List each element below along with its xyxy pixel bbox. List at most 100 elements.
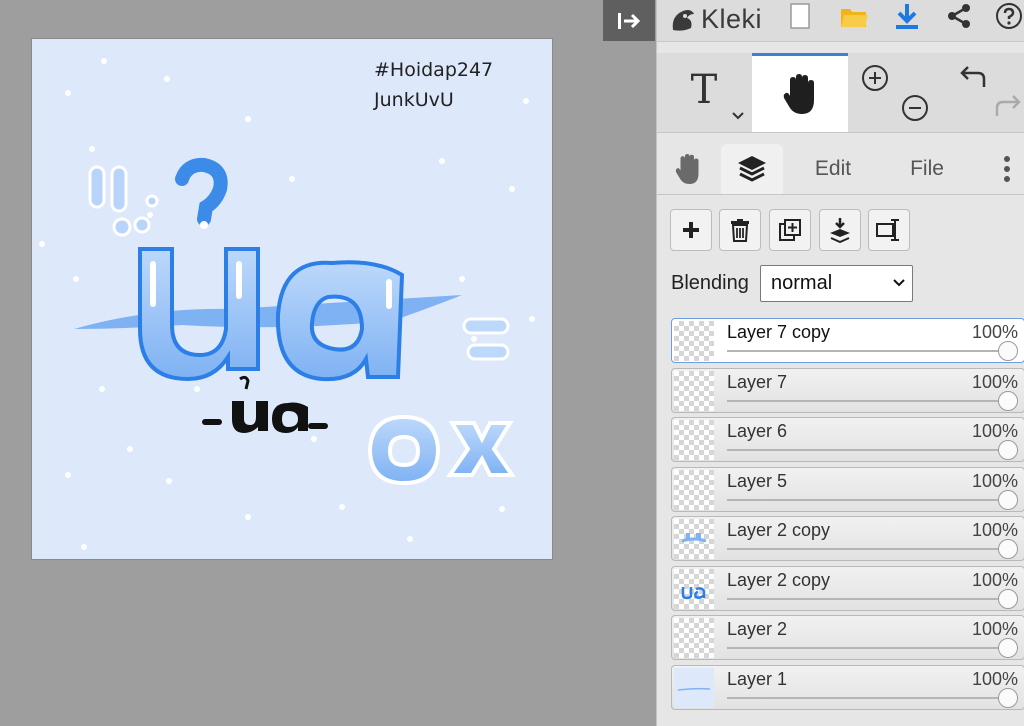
add-layer-button[interactable] <box>670 209 712 251</box>
layer-opacity: 100% <box>971 520 1018 540</box>
layer-thumbnail <box>674 371 714 411</box>
collapse-panel-button[interactable] <box>603 0 655 41</box>
opacity-slider-handle[interactable] <box>998 391 1018 411</box>
layer-name: Layer 7 <box>727 372 788 392</box>
help-icon <box>996 3 1022 29</box>
opacity-slider-track[interactable] <box>727 350 1002 352</box>
top-bar: Kleki <box>657 0 1024 42</box>
text-tool-glyph: T <box>690 66 718 113</box>
chevron-down-icon <box>893 279 905 287</box>
layer-row[interactable]: Layer 2 copy 100% <box>671 516 1024 561</box>
merge-down-button[interactable] <box>819 209 861 251</box>
save-button[interactable] <box>891 0 923 32</box>
opacity-slider-handle[interactable] <box>998 490 1018 510</box>
undo-icon <box>960 66 986 87</box>
text-tool-button[interactable]: T <box>657 53 751 132</box>
redo-button[interactable] <box>991 83 1024 131</box>
opacity-slider-track[interactable] <box>727 499 1002 501</box>
layer-thumbnail <box>674 618 714 658</box>
layer-row[interactable]: Layer 6 100% <box>671 417 1024 462</box>
zoom-in-button[interactable] <box>855 53 895 103</box>
folder-icon <box>841 9 868 27</box>
layer-thumbnail <box>674 321 714 361</box>
tab-edit[interactable]: Edit <box>792 144 874 194</box>
layer-thumbnail <box>674 668 714 708</box>
collapse-arrow-icon <box>618 12 641 29</box>
layer-row[interactable]: Layer 2 copy 100% <box>671 566 1024 611</box>
tab-layers[interactable] <box>721 144 783 194</box>
watermark-line-1: #Hoidap247 <box>374 59 494 81</box>
plus-icon <box>683 222 699 238</box>
layer-row[interactable]: Layer 1 100% <box>671 665 1024 710</box>
opacity-slider-handle[interactable] <box>998 341 1018 361</box>
help-button[interactable] <box>993 0 1024 32</box>
more-options-button[interactable] <box>995 144 1019 194</box>
kleki-logo-icon <box>672 9 694 31</box>
tool-row: T <box>657 53 1024 133</box>
blending-select[interactable]: normal <box>760 265 913 302</box>
more-vertical-icon <box>1004 156 1010 182</box>
delete-layer-button[interactable] <box>719 209 761 251</box>
layer-thumbnail-art <box>681 587 706 600</box>
layer-opacity: 100% <box>971 471 1018 491</box>
watermark-line-2: JunkUvU <box>374 89 454 111</box>
new-file-button[interactable] <box>785 0 815 32</box>
layer-row[interactable]: Layer 5 100% <box>671 467 1024 512</box>
layer-row[interactable]: Layer 2 100% <box>671 615 1024 660</box>
layer-opacity: 100% <box>971 619 1018 639</box>
duplicate-icon <box>779 219 801 241</box>
opacity-slider-track[interactable] <box>727 548 1002 550</box>
drawing-canvas[interactable]: #Hoidap247 JunkUvU <box>31 38 553 560</box>
opacity-slider-track[interactable] <box>727 697 1002 699</box>
layer-thumbnail <box>674 470 714 510</box>
opacity-slider-track[interactable] <box>727 400 1002 402</box>
opacity-slider-handle[interactable] <box>998 638 1018 658</box>
tab-file[interactable]: File <box>885 144 969 194</box>
redo-icon <box>995 95 1021 116</box>
layer-name: Layer 2 copy <box>727 570 831 590</box>
layer-name: Layer 1 <box>727 669 788 689</box>
layer-row[interactable]: Layer 7 copy 100% <box>671 318 1024 363</box>
open-file-button[interactable] <box>837 0 871 32</box>
share-button[interactable] <box>943 0 975 32</box>
canvas-artwork <box>39 58 535 550</box>
share-icon <box>948 4 970 28</box>
zoom-out-button[interactable] <box>895 85 935 131</box>
opacity-slider-track[interactable] <box>727 647 1002 649</box>
new-file-icon <box>790 3 810 29</box>
layer-name: Layer 7 copy <box>727 322 831 342</box>
opacity-slider-track[interactable] <box>727 449 1002 451</box>
opacity-slider-handle[interactable] <box>998 539 1018 559</box>
rename-icon <box>876 219 899 241</box>
layer-thumbnail <box>674 420 714 460</box>
duplicate-layer-button[interactable] <box>769 209 811 251</box>
opacity-slider-handle[interactable] <box>998 688 1018 708</box>
layer-thumbnail <box>674 569 714 609</box>
opacity-slider-handle[interactable] <box>998 589 1018 609</box>
zoom-in-icon <box>862 65 888 91</box>
hand-icon <box>783 74 814 114</box>
layer-opacity: 100% <box>971 322 1018 342</box>
rename-layer-button[interactable] <box>868 209 910 251</box>
side-panel: Kleki T Edit File Blending normal Layer … <box>656 0 1024 726</box>
tab-hand[interactable] <box>657 144 719 194</box>
opacity-slider-track[interactable] <box>727 598 1002 600</box>
layer-row[interactable]: Layer 7 100% <box>671 368 1024 413</box>
layer-name: Layer 5 <box>727 471 788 491</box>
layers-icon <box>738 156 766 182</box>
layer-opacity: 100% <box>971 570 1018 590</box>
layer-name: Layer 2 <box>727 619 788 639</box>
download-icon <box>896 4 918 29</box>
app-logo[interactable]: Kleki <box>669 4 762 35</box>
trash-icon <box>731 219 749 242</box>
tab-row: Edit File <box>657 144 1024 195</box>
layer-thumbnail-art <box>681 533 707 543</box>
opacity-slider-handle[interactable] <box>998 440 1018 460</box>
chevron-down-icon <box>732 112 744 120</box>
layer-thumbnail <box>674 519 714 559</box>
hand-tool-button[interactable] <box>752 53 848 132</box>
blending-label: Blending <box>671 272 749 294</box>
layer-opacity: 100% <box>971 372 1018 392</box>
layer-opacity: 100% <box>971 669 1018 689</box>
undo-button[interactable] <box>955 53 991 103</box>
